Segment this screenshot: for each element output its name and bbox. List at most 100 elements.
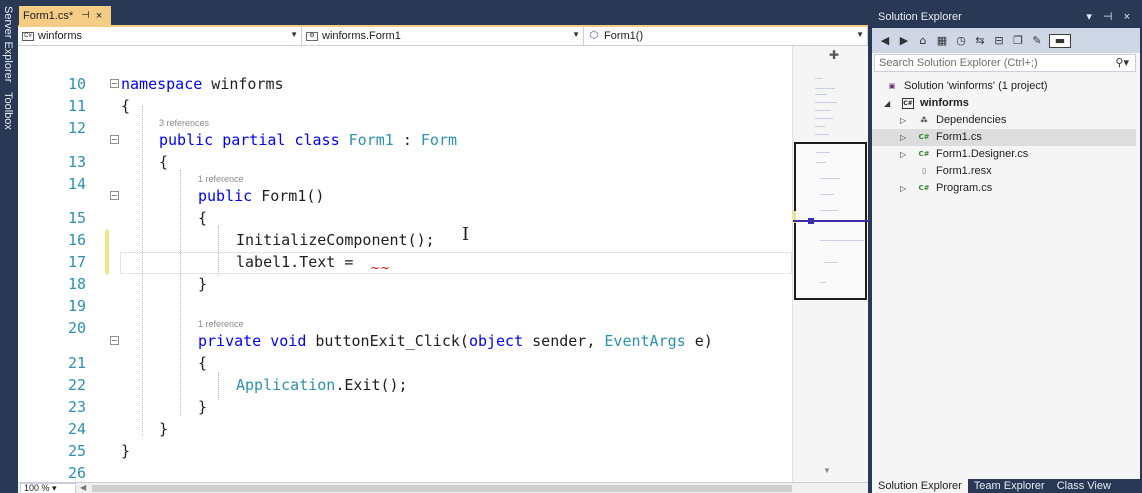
tab-class-view[interactable]: Class View [1051, 479, 1117, 493]
tree-item-solution[interactable]: ▣ Solution 'winforms' (1 project) [872, 78, 1136, 95]
back-icon[interactable]: ◀ [878, 34, 892, 48]
sync-icon[interactable]: ⇆ [973, 34, 987, 48]
collapse-all-icon[interactable]: ⊟ [992, 34, 1006, 48]
member-dropdown[interactable]: ⬡ Form1() ▼ [584, 27, 868, 45]
toolbox-tab[interactable]: Toolbox [2, 92, 14, 130]
member-dropdown-label: Form1() [604, 30, 644, 42]
keyword: private [198, 332, 262, 350]
properties-icon[interactable]: ✎ [1030, 34, 1044, 48]
class-dropdown[interactable]: ⚙ winforms.Form1 ▼ [302, 27, 584, 45]
code-text: Application.Exit(); [236, 374, 408, 396]
search-icon[interactable]: ⚲▾ [1115, 55, 1129, 71]
server-explorer-tab[interactable]: Server Explorer [2, 6, 14, 82]
panel-window-buttons[interactable]: ▾ ⊣ × [1086, 6, 1134, 28]
code-editor[interactable]: 10 11 − namespace winforms 12 { 3 refere… [18, 46, 792, 493]
history-icon[interactable]: ◷ [954, 34, 968, 48]
horizontal-scrollbar[interactable]: 100 % ▾ ◀ [18, 482, 868, 493]
code-text: namespace winforms [121, 73, 284, 95]
collapse-icon[interactable]: − [110, 135, 119, 144]
chevron-down-icon: ▼ [856, 30, 864, 39]
collapse-icon[interactable]: − [110, 336, 119, 345]
preview-icon[interactable]: ▬ [1049, 33, 1071, 48]
code-line: 27 [18, 462, 792, 493]
map-line [820, 194, 834, 195]
split-icon[interactable]: ✚ [829, 48, 839, 62]
tab-solution-explorer[interactable]: Solution Explorer [872, 479, 968, 493]
tree-item-label: Program.cs [936, 182, 993, 194]
home-icon[interactable]: ⌂ [916, 34, 930, 48]
map-line [816, 162, 826, 163]
zoom-dropdown[interactable]: 100 % ▾ [20, 483, 76, 493]
collapsed-icon[interactable]: ▷ [900, 180, 906, 197]
method-icon: ⬡ [589, 29, 599, 41]
tree-item-form1-resx[interactable]: ▯ Form1.resx [872, 163, 1136, 180]
code-line: 15 − public Form1() [18, 185, 792, 227]
map-caret-line [793, 220, 869, 222]
pin-icon[interactable]: ⊣ [81, 10, 90, 21]
map-line [815, 126, 825, 127]
scroll-down-icon[interactable]: ▼ [823, 466, 831, 475]
type-name: Application [236, 376, 336, 394]
search-placeholder: Search Solution Explorer (Ctrl+;) [879, 57, 1038, 69]
tree-item-dependencies[interactable]: ▷ ⁂ Dependencies [872, 112, 1136, 129]
expanded-icon[interactable]: ◢ [884, 95, 890, 112]
map-line [815, 110, 831, 111]
dependencies-icon: ⁂ [920, 116, 928, 124]
solution-icon: ▣ [888, 82, 896, 90]
map-line [815, 78, 823, 79]
tab-form1-cs[interactable]: Form1.cs* ⊣ × [19, 6, 111, 25]
code-line: 17 InitializeComponent(); [18, 229, 792, 271]
tree-item-form1-designer[interactable]: ▷ C# Form1.Designer.cs [872, 146, 1136, 163]
code-text: InitializeComponent(); [236, 231, 435, 249]
code-line: 11 − namespace winforms [18, 73, 792, 115]
code-text: public Form1() [198, 185, 324, 207]
solution-explorer-panel: Solution Explorer ▾ ⊣ × ◀ ▶ ⌂ ▦ ◷ ⇆ ⊟ ❐ … [872, 6, 1140, 493]
collapsed-icon[interactable]: ▷ [900, 129, 906, 146]
switch-views-icon[interactable]: ▦ [935, 34, 949, 48]
tree-item-program-cs[interactable]: ▷ C# Program.cs [872, 180, 1136, 197]
keyword: object [468, 332, 524, 350]
method-call: .Exit(); [335, 376, 408, 394]
tree-item-form1-cs[interactable]: ▷ C# Form1.cs [872, 129, 1136, 146]
collapsed-icon[interactable]: ▷ [900, 112, 906, 129]
type-name: Form [420, 131, 458, 149]
csharp-project-icon: C# [902, 98, 914, 109]
tab-team-explorer[interactable]: Team Explorer [968, 479, 1051, 493]
tree-item-project[interactable]: ◢ C# winforms [872, 95, 1136, 112]
csharp-file-icon: C# [918, 150, 930, 158]
navigation-bar: C# winforms ▼ ⚙ winforms.Form1 ▼ ⬡ Form1… [18, 27, 868, 46]
code-line: 19 } [18, 273, 792, 315]
code-line: 18 label1.Text = ~~ [18, 251, 792, 293]
scroll-left-icon[interactable]: ◀ [80, 483, 86, 492]
map-line [820, 282, 826, 283]
show-all-files-icon[interactable]: ❐ [1011, 34, 1025, 48]
scroll-thumb[interactable] [92, 485, 792, 492]
collapse-icon[interactable]: − [110, 191, 119, 200]
forward-icon[interactable]: ▶ [897, 34, 911, 48]
close-icon[interactable]: × [96, 10, 102, 22]
collapsed-icon[interactable]: ▷ [900, 146, 906, 163]
code-line: 25 } [18, 418, 792, 460]
param: e) [685, 332, 713, 350]
keyword: namespace [121, 75, 203, 93]
keyword: partial [213, 131, 286, 149]
tree-item-label: winforms [920, 97, 969, 109]
type-name: Form1 [348, 131, 394, 149]
identifier: winforms [202, 75, 284, 93]
map-line [815, 118, 833, 119]
project-dropdown[interactable]: C# winforms ▼ [18, 27, 302, 45]
tree-item-label: Form1.Designer.cs [936, 148, 1029, 160]
map-caret-marker [808, 218, 814, 224]
keyword: class [285, 131, 349, 149]
brace: } [198, 275, 208, 293]
collapse-icon[interactable]: − [110, 79, 119, 88]
map-line [815, 102, 837, 103]
text-cursor-icon: I [462, 224, 470, 245]
solution-search-input[interactable]: Search Solution Explorer (Ctrl+;) ⚲▾ [874, 54, 1136, 72]
tree-item-label: Dependencies [936, 114, 1007, 126]
tree-item-label: Form1.resx [936, 165, 992, 177]
class-dropdown-label: winforms.Form1 [322, 30, 401, 42]
csharp-project-icon: C# [22, 31, 34, 41]
tab-title: Form1.cs* [23, 9, 74, 22]
vertical-scrollbar-map[interactable]: ✚ ▼ [792, 46, 869, 482]
